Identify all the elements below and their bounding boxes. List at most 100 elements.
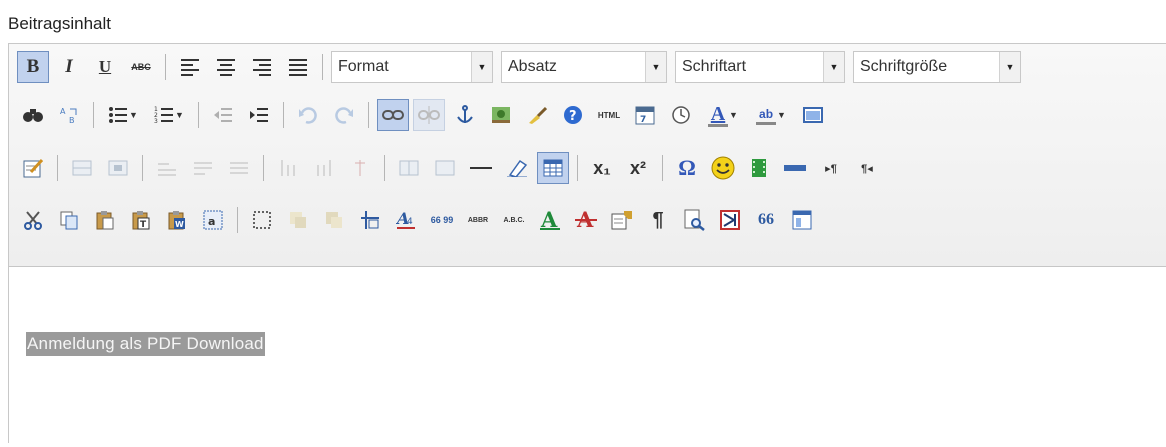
- background-color-button[interactable]: ab ▼: [749, 99, 793, 131]
- ltr-button[interactable]: ▸¶: [815, 152, 847, 184]
- separator: [93, 102, 94, 128]
- select-all-icon[interactable]: a: [197, 204, 229, 236]
- svg-text:W: W: [175, 220, 184, 229]
- cut-icon[interactable]: [17, 204, 49, 236]
- table-cell-props-icon[interactable]: [102, 152, 134, 184]
- emoticon-icon[interactable]: [707, 152, 739, 184]
- undo-icon[interactable]: [292, 99, 324, 131]
- link-icon[interactable]: [377, 99, 409, 131]
- rtl-button[interactable]: ¶◂: [851, 152, 883, 184]
- insert-time-icon[interactable]: [665, 99, 697, 131]
- replace-icon[interactable]: AB: [53, 99, 85, 131]
- remove-format-icon[interactable]: [501, 152, 533, 184]
- insert-date-icon[interactable]: 7: [629, 99, 661, 131]
- edit-css-icon[interactable]: [17, 152, 49, 184]
- merge-cells-icon[interactable]: [429, 152, 461, 184]
- special-char-button[interactable]: Ω: [671, 152, 703, 184]
- toolbar-row-3: x₁ x² Ω ▸¶ ¶◂: [17, 151, 887, 185]
- bold-button[interactable]: B: [17, 51, 49, 83]
- align-right-icon[interactable]: [246, 51, 278, 83]
- insert-col-after-icon[interactable]: [308, 152, 340, 184]
- bullet-list-icon[interactable]: ▼: [102, 99, 144, 131]
- font-size-select-value: Schriftgröße: [860, 58, 948, 75]
- subscript-button[interactable]: x₁: [586, 152, 618, 184]
- acronym-button[interactable]: A.B.C.: [498, 204, 530, 236]
- layer-insert-icon[interactable]: [282, 204, 314, 236]
- unlink-icon[interactable]: [413, 99, 445, 131]
- delete-row-icon[interactable]: [223, 152, 255, 184]
- paragraph-select[interactable]: Absatz ▼: [501, 51, 667, 83]
- nonbreaking-icon[interactable]: [714, 204, 746, 236]
- paste-icon[interactable]: [89, 204, 121, 236]
- insertion-icon[interactable]: A: [534, 204, 566, 236]
- svg-text:4: 4: [407, 217, 413, 227]
- split-cells-icon[interactable]: [393, 152, 425, 184]
- image-icon[interactable]: [485, 99, 517, 131]
- visual-aid-icon[interactable]: [246, 204, 278, 236]
- horizontal-rule-icon[interactable]: [465, 152, 497, 184]
- svg-text:3: 3: [154, 118, 158, 124]
- chevron-down-icon: ▼: [471, 52, 492, 82]
- svg-text:T: T: [140, 220, 147, 230]
- paste-text-icon[interactable]: T: [125, 204, 157, 236]
- insert-table-icon[interactable]: [537, 152, 569, 184]
- insert-col-before-icon[interactable]: [272, 152, 304, 184]
- media-icon[interactable]: [743, 152, 775, 184]
- copy-icon[interactable]: [53, 204, 85, 236]
- superscript-button[interactable]: x²: [622, 152, 654, 184]
- deletion-icon[interactable]: A: [570, 204, 602, 236]
- font-size-select[interactable]: Schriftgröße ▼: [853, 51, 1021, 83]
- toolbar-row-4: T W a A4 66 99 ABBR A.B.C. A A ¶ 66: [17, 203, 822, 237]
- layer-move-icon[interactable]: [318, 204, 350, 236]
- cite-button[interactable]: 66 99: [426, 204, 458, 236]
- separator: [662, 155, 663, 181]
- underline-button[interactable]: U: [89, 51, 121, 83]
- paste-word-icon[interactable]: W: [161, 204, 193, 236]
- svg-text:A: A: [60, 107, 66, 116]
- show-blocks-button[interactable]: ¶: [642, 204, 674, 236]
- align-left-icon[interactable]: [174, 51, 206, 83]
- delete-col-icon[interactable]: [344, 152, 376, 184]
- chevron-down-icon: ▼: [999, 52, 1020, 82]
- svg-text:B: B: [69, 116, 75, 125]
- find-icon[interactable]: [17, 99, 49, 131]
- anchor-icon[interactable]: [449, 99, 481, 131]
- blockquote-button[interactable]: 66: [750, 204, 782, 236]
- insert-row-after-icon[interactable]: [187, 152, 219, 184]
- font-color-button[interactable]: A ▼: [701, 99, 745, 131]
- align-center-icon[interactable]: [210, 51, 242, 83]
- html-source-button[interactable]: HTML: [593, 99, 625, 131]
- align-justify-icon[interactable]: [282, 51, 314, 83]
- preview-icon[interactable]: [678, 204, 710, 236]
- styles-icon[interactable]: A4: [390, 204, 422, 236]
- italic-button[interactable]: I: [53, 51, 85, 83]
- editor-content-area[interactable]: Anmeldung als PDF Download: [9, 267, 1166, 447]
- numbered-list-icon[interactable]: 1 2 3 ▼: [148, 99, 190, 131]
- page-break-icon[interactable]: [779, 152, 811, 184]
- cleanup-icon[interactable]: [521, 99, 553, 131]
- template-icon[interactable]: [786, 204, 818, 236]
- separator: [165, 54, 166, 80]
- indent-icon[interactable]: [243, 99, 275, 131]
- svg-text:a: a: [208, 215, 215, 228]
- attributes-icon[interactable]: [606, 204, 638, 236]
- chevron-down-icon: ▼: [823, 52, 844, 82]
- font-family-select[interactable]: Schriftart ▼: [675, 51, 845, 83]
- outdent-icon[interactable]: [207, 99, 239, 131]
- fullscreen-icon[interactable]: [797, 99, 829, 131]
- absolute-position-icon[interactable]: [354, 204, 386, 236]
- chevron-down-icon: ▼: [645, 52, 666, 82]
- table-row-props-icon[interactable]: [66, 152, 98, 184]
- strikethrough-button[interactable]: ABC: [125, 51, 157, 83]
- editor-toolbar: B I U ABC Format ▼ Absatz ▼ Schriftart ▼ Sc…: [9, 44, 1166, 267]
- svg-text:7: 7: [640, 115, 646, 125]
- redo-icon[interactable]: [328, 99, 360, 131]
- insert-row-before-icon[interactable]: [151, 152, 183, 184]
- separator: [263, 155, 264, 181]
- format-select[interactable]: Format ▼: [331, 51, 493, 83]
- selected-text[interactable]: Anmeldung als PDF Download: [26, 332, 265, 356]
- separator: [322, 54, 323, 80]
- separator: [577, 155, 578, 181]
- abbreviation-button[interactable]: ABBR: [462, 204, 494, 236]
- help-icon[interactable]: ?: [557, 99, 589, 131]
